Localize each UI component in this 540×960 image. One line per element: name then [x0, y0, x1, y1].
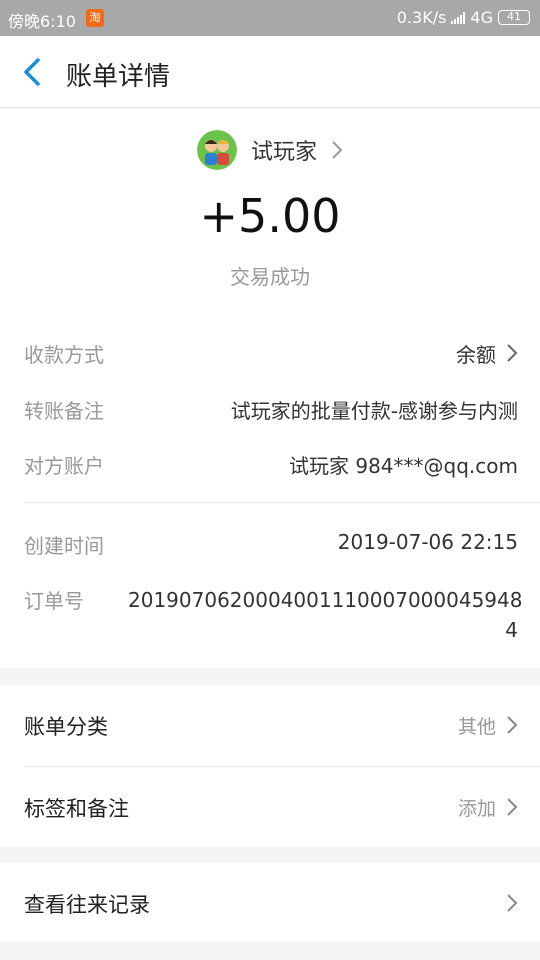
amount: +5.00 — [199, 189, 341, 243]
chevron-right-icon — [507, 344, 518, 362]
payer-avatar — [196, 130, 237, 170]
transaction-status: 交易成功 — [230, 265, 310, 289]
transfer-note-value: 试玩家的批量付款-感谢参与内测 — [230, 399, 518, 423]
created-time-row: 创建时间 2019-07-06 22:15 — [0, 530, 540, 570]
counterparty-value: 试玩家 984***@qq.com — [289, 454, 518, 478]
created-time-value: 2019-07-06 22:15 — [337, 530, 518, 554]
chevron-right-icon — [507, 894, 518, 912]
status-right: 0.3K/s 4G 41 — [397, 8, 530, 27]
tags-notes-label: 标签和备注 — [24, 797, 129, 821]
divider — [24, 502, 540, 503]
tags-notes-item[interactable]: 标签和备注 添加 — [0, 767, 540, 847]
history-section: 查看往来记录 — [0, 863, 540, 941]
chevron-right-icon — [332, 141, 343, 159]
bill-options-section: 账单分类 其他 标签和备注 添加 — [0, 685, 540, 847]
back-icon[interactable] — [18, 56, 48, 88]
order-number-value: 2019070620004001110007000045948 4 — [128, 588, 523, 642]
battery-icon: 41 — [498, 10, 530, 25]
network-type: 4G — [470, 8, 493, 27]
transfer-note-label: 转账备注 — [24, 399, 104, 423]
view-history-item[interactable]: 查看往来记录 — [0, 863, 540, 941]
chevron-right-icon — [507, 798, 518, 816]
counterparty-row: 对方账户 试玩家 984***@qq.com — [0, 450, 540, 490]
bill-category-item[interactable]: 账单分类 其他 — [0, 685, 540, 765]
status-bar: 傍晚6:10 淘 0.3K/s 4G 41 — [0, 0, 540, 36]
payer-link[interactable]: 试玩家 — [0, 129, 540, 171]
transfer-note-row: 转账备注 试玩家的批量付款-感谢参与内测 — [0, 395, 540, 435]
signal-icon — [451, 11, 466, 24]
counterparty-label: 对方账户 — [24, 454, 104, 478]
payment-method-row[interactable]: 收款方式 余额 — [0, 339, 540, 379]
payment-method-value: 余额 — [456, 343, 496, 367]
payment-method-label: 收款方式 — [24, 343, 104, 367]
bill-category-value: 其他 — [457, 716, 496, 738]
order-number-row: 订单号 2019070620004001110007000045948 4 — [0, 585, 540, 649]
bill-summary-card: 试玩家 +5.00 交易成功 收款方式 余额 转账备注 试玩家的批量付款-感谢参… — [0, 109, 540, 668]
tags-notes-value: 添加 — [457, 798, 496, 820]
page-title: 账单详情 — [66, 62, 171, 92]
chevron-right-icon — [507, 716, 518, 734]
app-header: 账单详情 — [0, 36, 540, 108]
created-time-label: 创建时间 — [24, 534, 104, 558]
bill-category-label: 账单分类 — [24, 715, 108, 739]
view-history-label: 查看往来记录 — [24, 893, 150, 917]
order-number-label: 订单号 — [24, 589, 84, 613]
status-time: 傍晚6:10 — [8, 12, 76, 31]
taobao-notification-icon: 淘 — [86, 9, 104, 27]
network-speed: 0.3K/s — [396, 8, 447, 27]
payer-name: 试玩家 — [250, 140, 317, 165]
